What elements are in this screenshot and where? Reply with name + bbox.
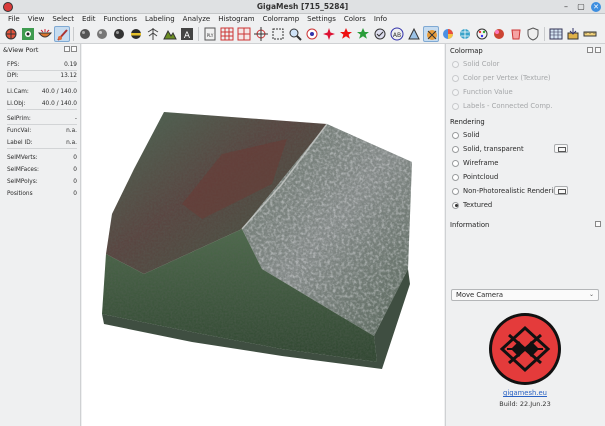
target-icon[interactable]	[304, 26, 320, 42]
gigamesh-logo-icon	[489, 313, 561, 385]
svg-text:AB: AB	[393, 32, 401, 39]
sphere-yellow-icon[interactable]	[128, 26, 144, 42]
shield-icon[interactable]	[525, 26, 541, 42]
float-panel-icon[interactable]	[64, 46, 70, 52]
mountain-icon[interactable]	[162, 26, 178, 42]
wedge-icon[interactable]	[406, 26, 422, 42]
menu-analyze[interactable]: Analyze	[179, 14, 215, 25]
colormap-solid-color-radio: Solid Color	[452, 60, 499, 68]
window-title: GigaMesh [715_5284]	[256, 2, 349, 11]
grid-icon[interactable]	[219, 26, 235, 42]
maximize-button[interactable]: ▢	[576, 2, 586, 12]
star-red-icon[interactable]	[338, 26, 354, 42]
select-vertex-tool-icon[interactable]	[3, 26, 19, 42]
menu-edit[interactable]: Edit	[78, 14, 100, 25]
fracture-tool-icon[interactable]	[423, 26, 439, 42]
menu-functions[interactable]: Functions	[100, 14, 141, 25]
grid-settings-icon[interactable]	[548, 26, 564, 42]
stat-divider	[7, 148, 77, 149]
render-solid-transparent-radio[interactable]: Solid, transparent	[452, 145, 524, 153]
colormap-section-title: Colormap	[450, 47, 483, 55]
chevron-down-icon: ⌄	[588, 291, 594, 298]
gradient-sphere-icon[interactable]	[491, 26, 507, 42]
eye-view-icon[interactable]	[20, 26, 36, 42]
select-mesh-icon[interactable]	[372, 26, 388, 42]
toolbar-separator	[544, 27, 545, 41]
render-textured-radio[interactable]: Textured	[452, 201, 492, 209]
search-icon[interactable]	[287, 26, 303, 42]
ruler-icon[interactable]	[582, 26, 598, 42]
menu-histogram[interactable]: Histogram	[214, 14, 258, 25]
panel-controls	[586, 47, 601, 55]
toolbar: A PLY AB	[0, 25, 605, 44]
menu-labeling[interactable]: Labeling	[141, 14, 179, 25]
stat-divider	[7, 109, 77, 110]
star-burst-icon[interactable]	[321, 26, 337, 42]
toolbar-separator	[198, 27, 199, 41]
abc-label-icon[interactable]: AB	[389, 26, 405, 42]
menu-info[interactable]: Info	[370, 14, 391, 25]
palette-icon[interactable]	[474, 26, 490, 42]
grid-select-icon[interactable]	[236, 26, 252, 42]
menu-colorramp[interactable]: Colorramp	[259, 14, 304, 25]
colormap-function-value-radio: Function Value	[452, 88, 513, 96]
render-wireframe-radio[interactable]: Wireframe	[452, 159, 498, 167]
float-panel-icon[interactable]	[595, 221, 601, 227]
toolbar-separator	[73, 27, 74, 41]
font-icon[interactable]: A	[179, 26, 195, 42]
dotted-select-icon[interactable]	[270, 26, 286, 42]
panel-controls	[595, 221, 601, 229]
color-wheel-icon[interactable]	[440, 26, 456, 42]
ply-file-icon[interactable]: PLY	[202, 26, 218, 42]
bucket-icon[interactable]	[508, 26, 524, 42]
menu-select[interactable]: Select	[48, 14, 78, 25]
build-info: Build: 22.Jun.23	[499, 400, 551, 408]
close-panel-icon[interactable]	[595, 47, 601, 53]
sphere-dark-icon[interactable]	[77, 26, 93, 42]
globe-icon[interactable]	[457, 26, 473, 42]
antenna-icon[interactable]	[145, 26, 161, 42]
sphere-gray-icon[interactable]	[94, 26, 110, 42]
menu-file[interactable]: File	[4, 14, 24, 25]
title-bar: GigaMesh [715_5284] – ▢ ✕	[0, 0, 605, 14]
information-section-title: Information	[450, 221, 490, 229]
export-icon[interactable]	[565, 26, 581, 42]
menu-view[interactable]: View	[24, 14, 49, 25]
menu-colors[interactable]: Colors	[340, 14, 370, 25]
render-pointcloud-radio[interactable]: Pointcloud	[452, 173, 498, 181]
float-panel-icon[interactable]	[586, 47, 593, 53]
sphere-shaded-icon[interactable]	[111, 26, 127, 42]
svg-text:A: A	[184, 31, 191, 41]
stat-divider	[7, 124, 77, 125]
mesh-viewport[interactable]	[82, 44, 444, 426]
stat-divider	[7, 81, 77, 82]
rendering-section-title: Rendering	[450, 118, 485, 126]
stat-divider	[7, 70, 77, 71]
svg-text:PLY: PLY	[207, 33, 214, 38]
close-button[interactable]: ✕	[591, 2, 601, 12]
gigamesh-website-link[interactable]: gigamesh.eu	[446, 389, 604, 397]
render-npr-radio[interactable]: Non-Photorealistic Rendering	[452, 187, 562, 195]
colormap-color-per-vertex-radio: Color per Vertex (Texture)	[452, 74, 551, 82]
close-panel-icon[interactable]	[71, 46, 77, 52]
crosshair-icon[interactable]	[253, 26, 269, 42]
colormap-rendering-panel: Colormap Solid Color Color per Vertex (T…	[445, 44, 605, 426]
panel-controls	[64, 46, 77, 52]
minimize-button[interactable]: –	[561, 2, 571, 12]
transparency-settings-button[interactable]	[554, 144, 568, 153]
colormap-labels-radio: Labels - Connected Comp.	[452, 102, 552, 110]
mouse-mode-select[interactable]: Move Camera ⌄	[451, 289, 599, 301]
npr-settings-button[interactable]	[554, 186, 568, 195]
view-port-panel: &View Port FPS: 0.19 DPI: 13.12 Li.Cam: 40.…	[0, 44, 81, 426]
mesh-bowl-icon[interactable]	[37, 26, 53, 42]
menu-bar: File View Select Edit Functions Labeling…	[0, 14, 605, 25]
terrain-mesh[interactable]	[82, 44, 444, 426]
menu-settings[interactable]: Settings	[303, 14, 340, 25]
render-solid-radio[interactable]: Solid	[452, 131, 480, 139]
sweep-tool-icon[interactable]	[54, 26, 70, 42]
panel-title: &View Port	[3, 46, 39, 54]
star-green-icon[interactable]	[355, 26, 371, 42]
